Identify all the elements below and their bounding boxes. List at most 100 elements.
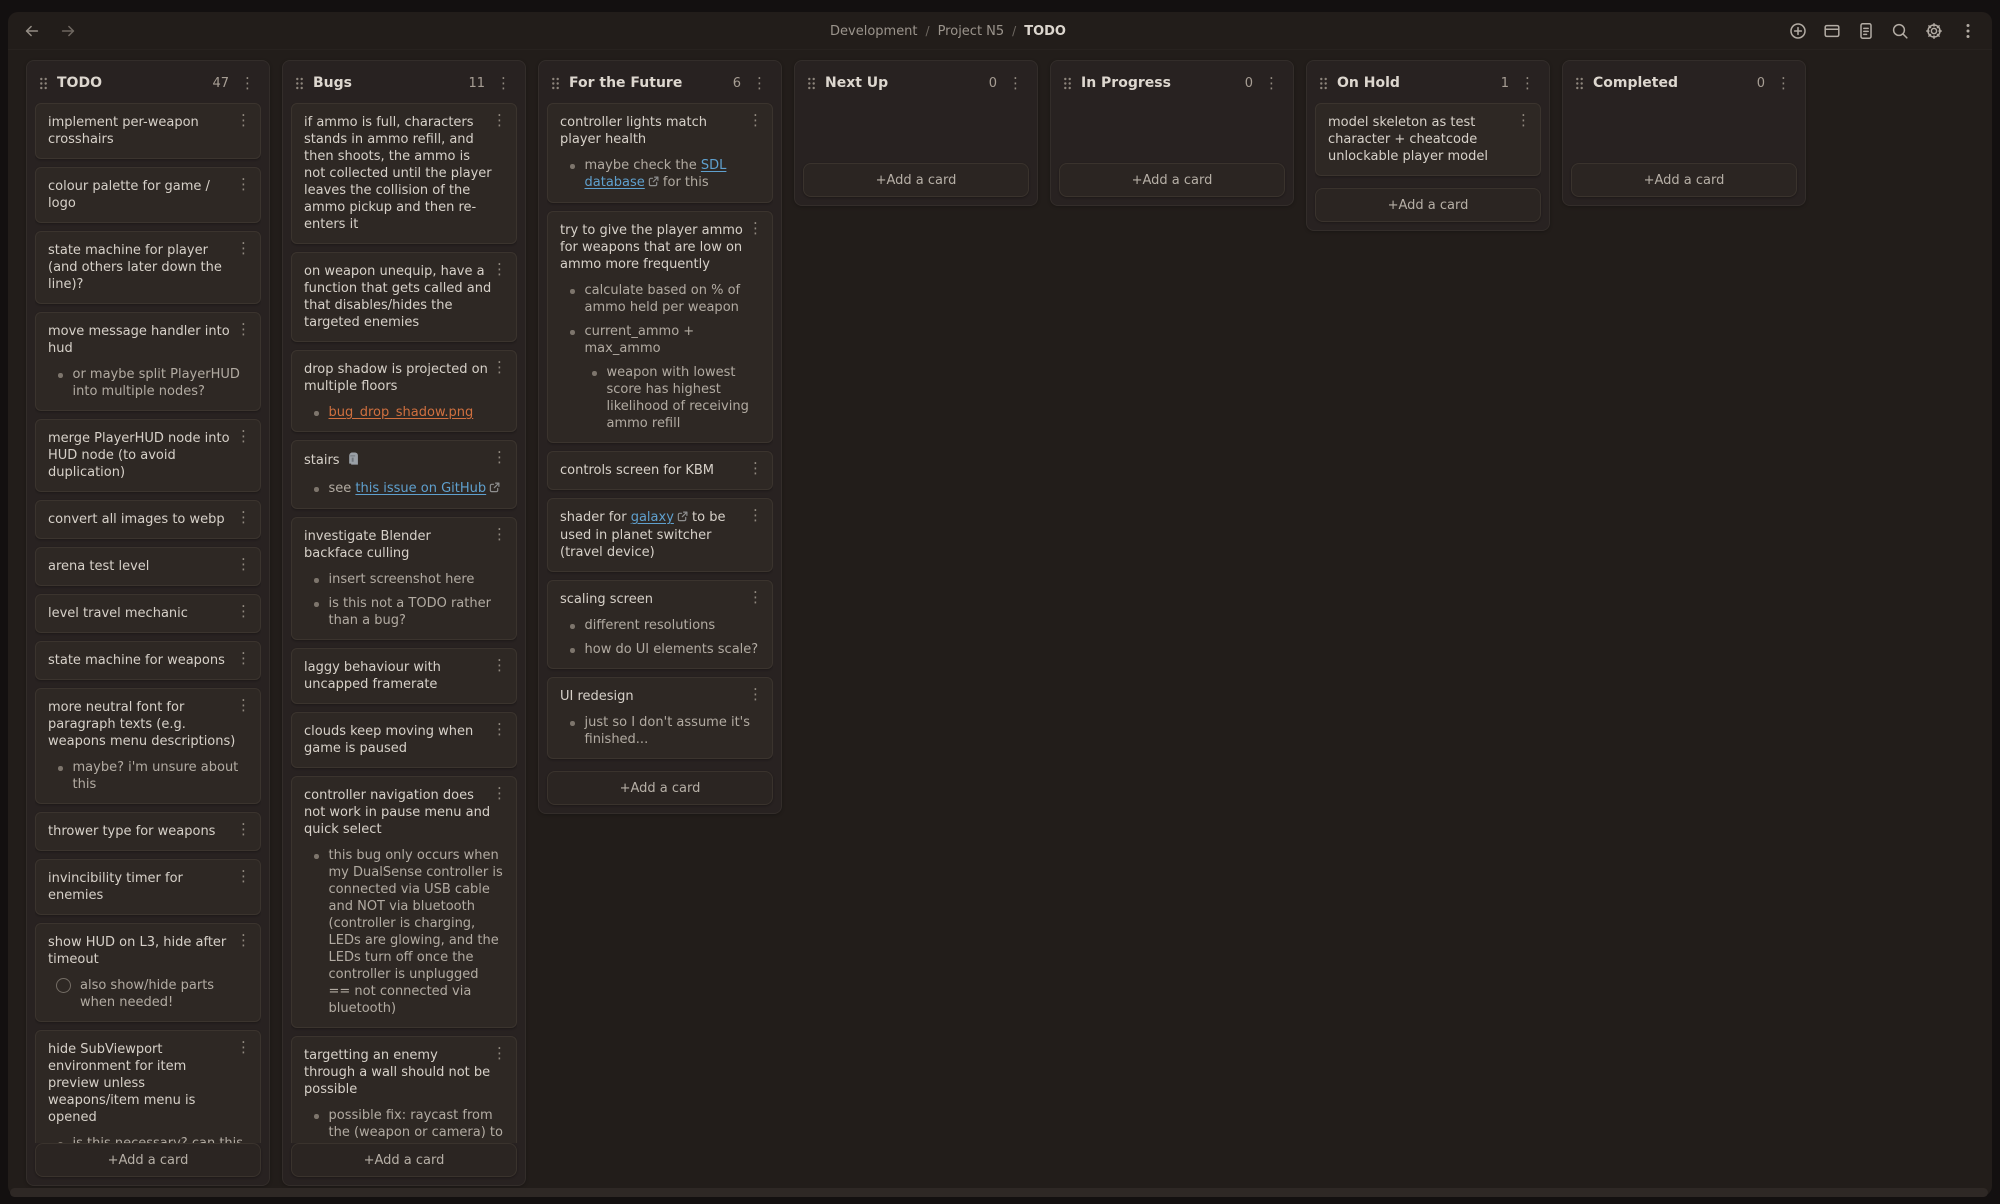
card[interactable]: level travel mechanic⋮ [35, 594, 261, 633]
drag-handle-icon[interactable] [39, 77, 48, 90]
card[interactable]: try to give the player ammo for weapons … [547, 211, 773, 443]
card-menu-button[interactable]: ⋮ [746, 687, 765, 702]
card-menu-button[interactable]: ⋮ [234, 869, 253, 884]
add-card-button[interactable]: +Add a card [1059, 163, 1285, 197]
breadcrumb-item[interactable]: Development [830, 24, 918, 39]
back-arrow-icon[interactable] [22, 21, 42, 41]
archive-box-icon[interactable] [1821, 20, 1842, 41]
card-menu-button[interactable]: ⋮ [234, 557, 253, 572]
card[interactable]: on weapon unequip, have a function that … [291, 252, 517, 342]
card-menu-button[interactable]: ⋮ [234, 429, 253, 444]
card-menu-button[interactable]: ⋮ [746, 113, 765, 128]
card-menu-button[interactable]: ⋮ [234, 698, 253, 713]
drag-handle-icon[interactable] [807, 77, 816, 90]
bullet-dot-icon [570, 164, 575, 169]
document-icon[interactable] [1855, 20, 1876, 41]
card[interactable]: laggy behaviour with uncapped framerate⋮ [291, 648, 517, 704]
drag-handle-icon[interactable] [1319, 77, 1328, 90]
card-menu-button[interactable]: ⋮ [234, 1040, 253, 1055]
card[interactable]: clouds keep moving when game is paused⋮ [291, 712, 517, 768]
card-menu-button[interactable]: ⋮ [490, 527, 509, 542]
card[interactable]: controls screen for KBM⋮ [547, 451, 773, 490]
card[interactable]: state machine for player (and others lat… [35, 231, 261, 304]
card[interactable]: model skeleton as test character + cheat… [1315, 103, 1541, 176]
card[interactable]: thrower type for weapons⋮ [35, 812, 261, 851]
card-menu-button[interactable]: ⋮ [490, 722, 509, 737]
checkbox-unchecked[interactable] [56, 978, 71, 993]
card-menu-button[interactable]: ⋮ [234, 241, 253, 256]
card[interactable]: colour palette for game / logo⋮ [35, 167, 261, 223]
column-menu-button[interactable]: ⋮ [1518, 76, 1537, 91]
card-menu-button[interactable]: ⋮ [490, 786, 509, 801]
column-menu-button[interactable]: ⋮ [1006, 76, 1025, 91]
add-card-button[interactable]: +Add a card [1315, 188, 1541, 222]
card[interactable]: investigate Blender backface culling⋮ins… [291, 517, 517, 640]
add-card-button[interactable]: +Add a card [35, 1143, 261, 1177]
card[interactable]: stairs ⋮see this issue on GitHub [291, 440, 517, 509]
card-menu-button[interactable]: ⋮ [234, 933, 253, 948]
blue-link[interactable]: this issue on GitHub [355, 481, 486, 496]
settings-gear-icon[interactable] [1923, 20, 1944, 41]
add-card-button[interactable]: +Add a card [547, 771, 773, 805]
column-menu-button[interactable]: ⋮ [238, 76, 257, 91]
drag-handle-icon[interactable] [1063, 77, 1072, 90]
card[interactable]: invincibility timer for enemies⋮ [35, 859, 261, 915]
card[interactable]: hide SubViewport environment for item pr… [35, 1030, 261, 1143]
card-menu-button[interactable]: ⋮ [490, 450, 509, 465]
card-menu-button[interactable]: ⋮ [234, 822, 253, 837]
card[interactable]: merge PlayerHUD node into HUD node (to a… [35, 419, 261, 492]
drag-handle-icon[interactable] [295, 77, 304, 90]
column-menu-button[interactable]: ⋮ [494, 76, 513, 91]
column-menu-button[interactable]: ⋮ [1262, 76, 1281, 91]
card[interactable]: UI redesign⋮just so I don't assume it's … [547, 677, 773, 759]
card[interactable]: convert all images to webp⋮ [35, 500, 261, 539]
card[interactable]: implement per-weapon crosshairs⋮ [35, 103, 261, 159]
card[interactable]: show HUD on L3, hide after timeout⋮also … [35, 923, 261, 1022]
card-menu-button[interactable]: ⋮ [746, 590, 765, 605]
card[interactable]: more neutral font for paragraph texts (e… [35, 688, 261, 804]
card[interactable]: controller navigation does not work in p… [291, 776, 517, 1028]
card-menu-button[interactable]: ⋮ [490, 658, 509, 673]
card[interactable]: shader for galaxy to be used in planet s… [547, 498, 773, 572]
add-card-button[interactable]: +Add a card [291, 1143, 517, 1177]
card-menu-button[interactable]: ⋮ [234, 651, 253, 666]
card-menu-button[interactable]: ⋮ [490, 113, 509, 128]
card[interactable]: targetting an enemy through a wall shoul… [291, 1036, 517, 1143]
card[interactable]: arena test level⋮ [35, 547, 261, 586]
card-menu-button[interactable]: ⋮ [234, 177, 253, 192]
bullet-dot-icon [570, 721, 575, 726]
card[interactable]: drop shadow is projected on multiple flo… [291, 350, 517, 432]
forward-arrow-icon[interactable] [58, 21, 78, 41]
plus-circle-icon[interactable] [1787, 20, 1808, 41]
column-on-hold: On Hold1⋮model skeleton as test characte… [1306, 60, 1550, 231]
card-menu-button[interactable]: ⋮ [490, 360, 509, 375]
more-options-icon[interactable] [1957, 20, 1978, 41]
card[interactable]: state machine for weapons⋮ [35, 641, 261, 680]
card[interactable]: controller lights match player health⋮ma… [547, 103, 773, 203]
card-menu-button[interactable]: ⋮ [234, 113, 253, 128]
card-menu-button[interactable]: ⋮ [1514, 113, 1533, 128]
blue-link[interactable]: galaxy [631, 510, 674, 525]
card-menu-button[interactable]: ⋮ [490, 1046, 509, 1061]
card-menu-button[interactable]: ⋮ [234, 604, 253, 619]
add-card-button[interactable]: +Add a card [1571, 163, 1797, 197]
drag-handle-icon[interactable] [1575, 77, 1584, 90]
card[interactable]: scaling screen⋮different resolutionshow … [547, 580, 773, 669]
horizontal-scrollbar[interactable] [10, 1188, 1988, 1197]
card-menu-button[interactable]: ⋮ [234, 322, 253, 337]
card-menu-button[interactable]: ⋮ [746, 221, 765, 236]
breadcrumb-item[interactable]: Project N5 [938, 24, 1005, 39]
card-menu-button[interactable]: ⋮ [746, 461, 765, 476]
card[interactable]: if ammo is full, characters stands in am… [291, 103, 517, 244]
card-menu-button[interactable]: ⋮ [490, 262, 509, 277]
orange-link[interactable]: bug_drop_shadow.png [329, 405, 474, 420]
card[interactable]: move message handler into hud⋮or maybe s… [35, 312, 261, 411]
search-icon[interactable] [1889, 20, 1910, 41]
column-menu-button[interactable]: ⋮ [1774, 76, 1793, 91]
card-menu-button[interactable]: ⋮ [746, 508, 765, 523]
add-card-button[interactable]: +Add a card [803, 163, 1029, 197]
drag-handle-icon[interactable] [551, 77, 560, 90]
column-menu-button[interactable]: ⋮ [750, 76, 769, 91]
card-menu-button[interactable]: ⋮ [234, 510, 253, 525]
column-header: For the Future6⋮ [547, 69, 773, 103]
